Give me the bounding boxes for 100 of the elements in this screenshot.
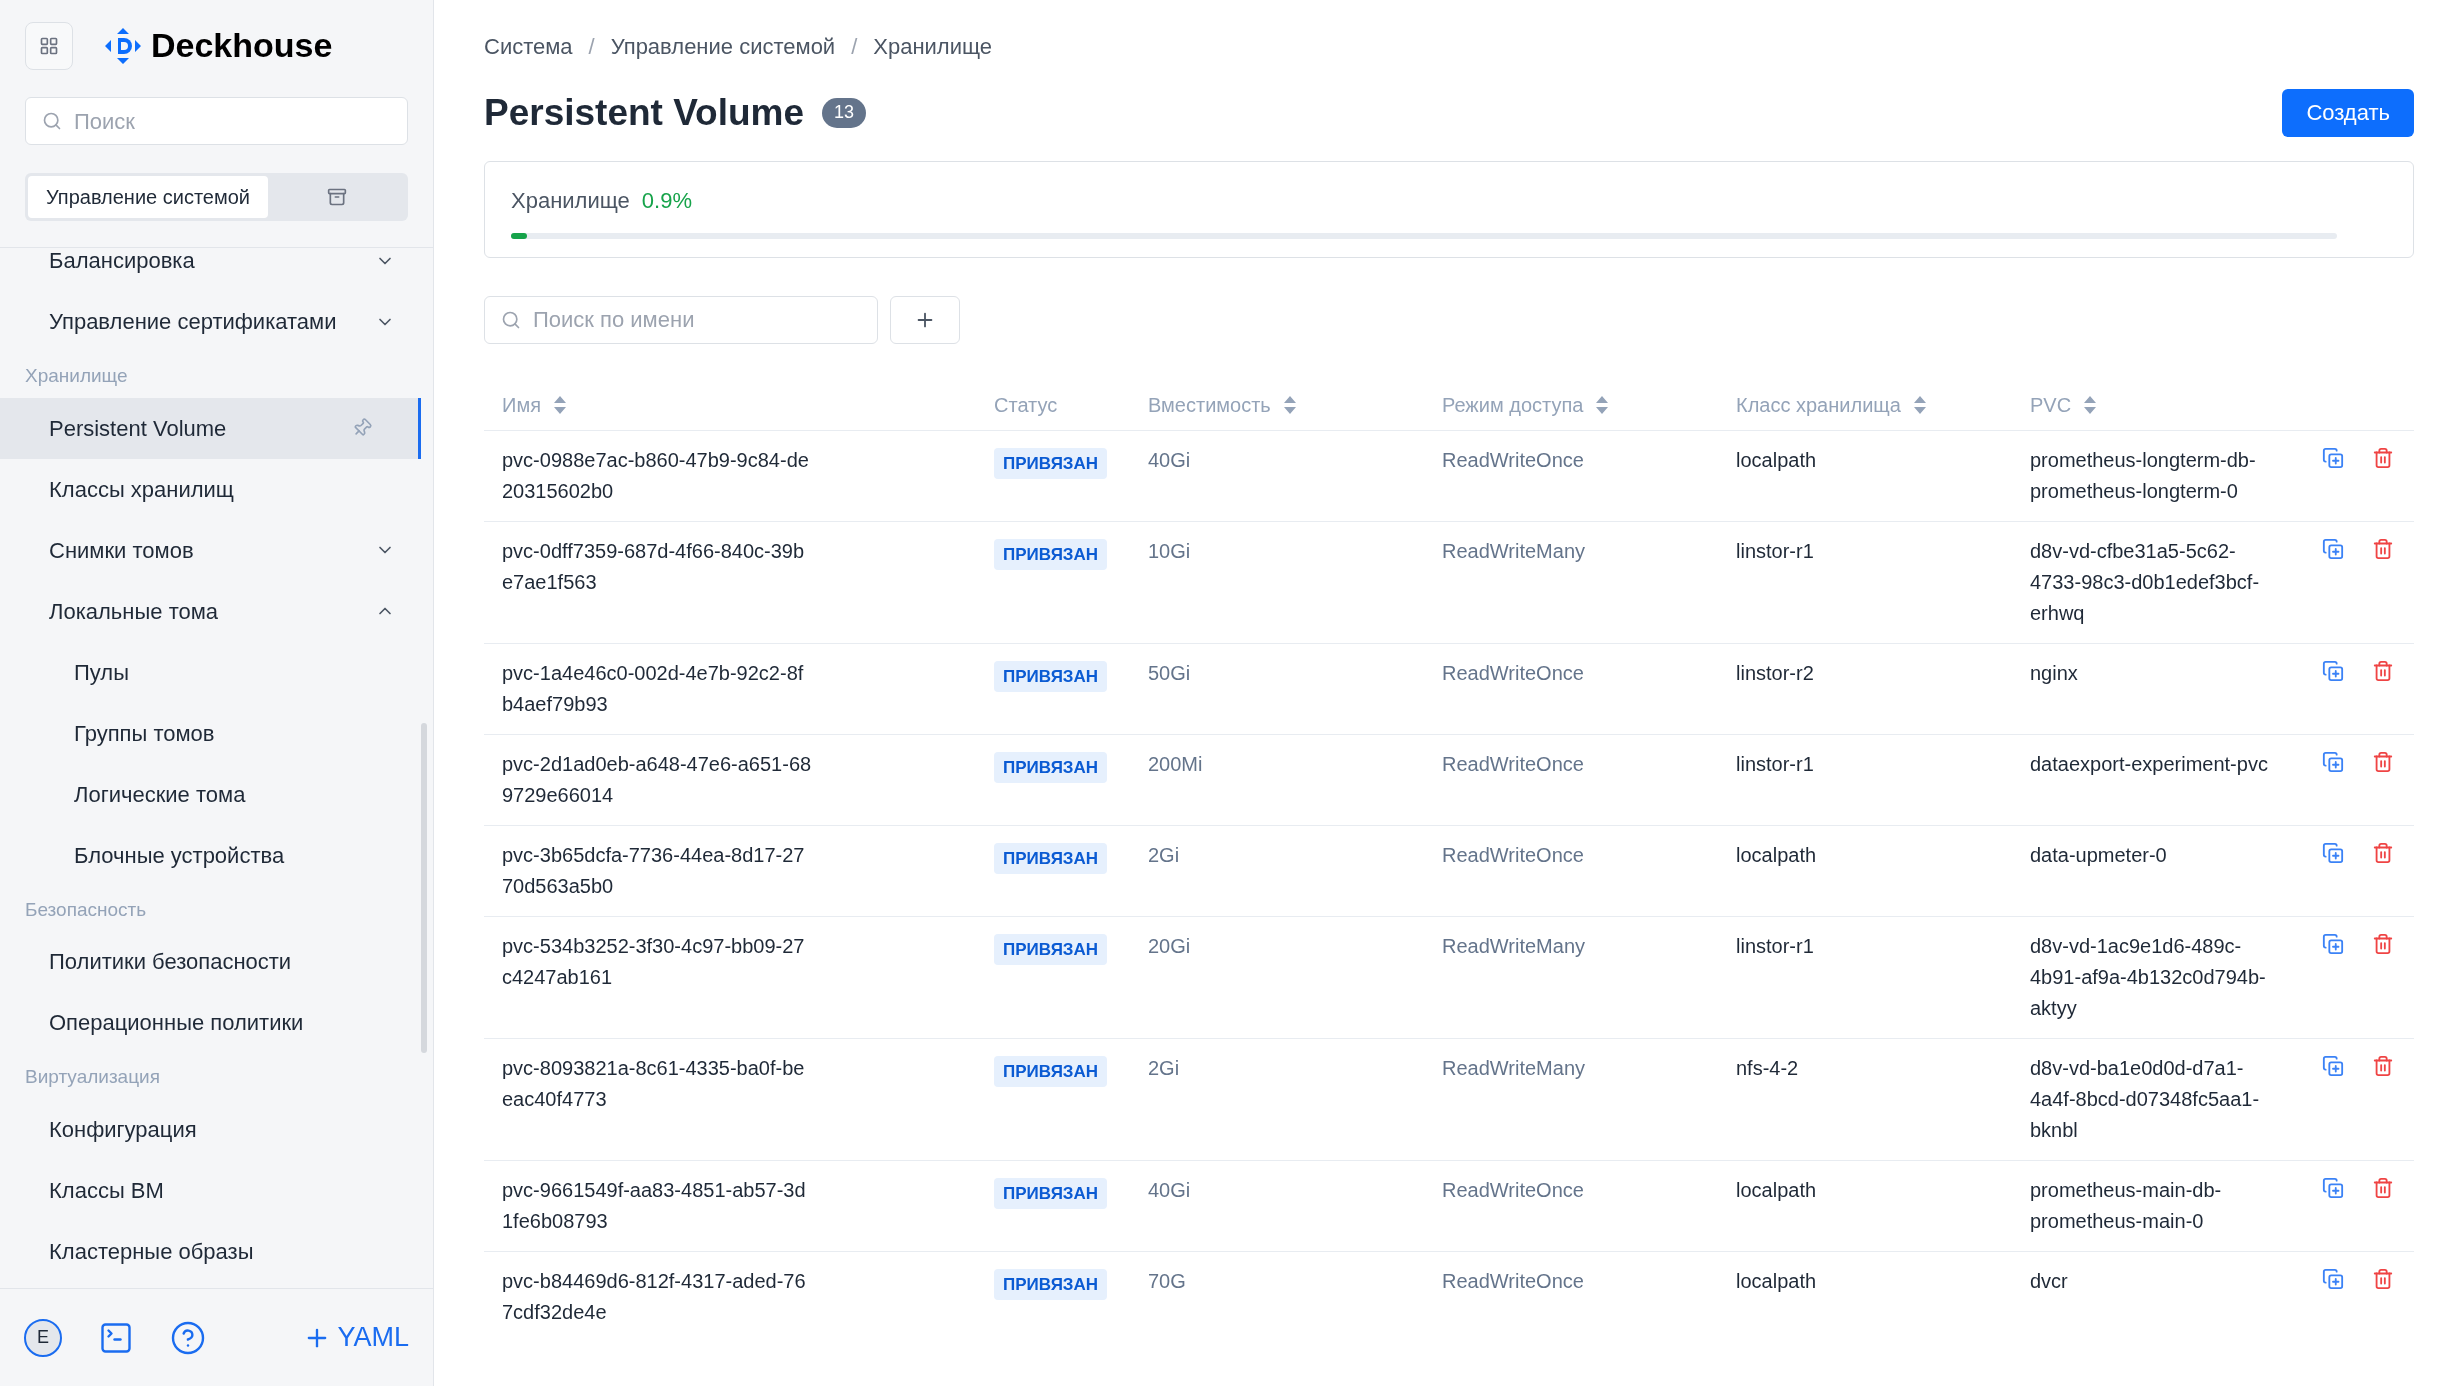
table-cell-text: 50Gi	[1148, 660, 1192, 686]
table-cell-text: pvc-3b65dcfa-7736-44ea-8d17-2770d563a5b0	[502, 842, 806, 899]
breadcrumb-separator: /	[588, 33, 595, 61]
delete-icon[interactable]	[2372, 1267, 2394, 1290]
storage-percent: 0.9%	[641, 186, 692, 215]
search-field[interactable]: Поиск	[25, 97, 408, 145]
table-cell-text: 20Gi	[1148, 933, 1192, 959]
search-icon	[501, 309, 521, 330]
delete-icon[interactable]	[2372, 446, 2394, 469]
search-icon	[42, 111, 62, 131]
sidebar-item[interactable]: Локальные тома	[0, 580, 421, 642]
sidebar-item[interactable]: Persistent Volume	[0, 397, 421, 459]
segment-tab[interactable]: Управление системой	[28, 176, 268, 218]
delete-icon[interactable]	[2372, 1054, 2394, 1077]
copy-icon[interactable]	[2322, 1267, 2344, 1290]
status-badge: ПРИВЯЗАН	[994, 842, 1108, 874]
copy-icon[interactable]	[2322, 446, 2344, 469]
table-cell-text: pvc-0988e7ac-b860-47b9-9c84-de20315602b0	[502, 447, 810, 504]
table-cell-text: 2Gi	[1148, 842, 1181, 868]
status-badge: ПРИВЯЗАН	[994, 1177, 1108, 1209]
copy-icon[interactable]	[2322, 537, 2344, 560]
table-cell-text: d8v-vd-cfbe31a5-5c62-4733-98c3-d0b1edef3bcf-erhwq	[2030, 538, 2261, 626]
search-input[interactable]: Поиск	[74, 104, 391, 138]
table-cell-text: 40Gi	[1148, 447, 1192, 473]
delete-icon[interactable]	[2372, 1176, 2394, 1199]
sidebar-item[interactable]: Блочные устройства	[0, 824, 421, 886]
delete-icon[interactable]	[2372, 932, 2394, 955]
sidebar-item[interactable]: Группы томов	[0, 702, 421, 764]
name-search-field[interactable]: Поиск по имени	[484, 295, 878, 344]
sidebar-item[interactable]: Классы ВМ	[0, 1159, 421, 1221]
sidebar-item[interactable]: Политики безопасности	[0, 931, 421, 992]
table-cell-text: pvc-0dff7359-687d-4f66-840c-39be7ae1f563	[502, 538, 806, 595]
copy-icon[interactable]	[2322, 1054, 2344, 1077]
sidebar-item[interactable]: Конфигурация	[0, 1098, 421, 1160]
table-cell-text: linstor-r1	[1736, 538, 1815, 564]
table-cell-text: linstor-r1	[1736, 751, 1815, 777]
table-cell-text: 10Gi	[1148, 538, 1192, 564]
status-badge: ПРИВЯЗАН	[994, 1268, 1108, 1300]
table-cell-text: pvc-1a4e46c0-002d-4e7b-92c2-8fb4aef79b93	[502, 660, 805, 717]
grid-icon	[39, 35, 59, 56]
table-cell-text: linstor-r1	[1736, 933, 1815, 959]
count-badge: 13	[822, 97, 867, 128]
table-cell-text: prometheus-main-db-prometheus-main-0	[2030, 1177, 2223, 1234]
create-button[interactable]: Создать	[2282, 88, 2414, 137]
sidebar-item[interactable]: Пулы	[0, 641, 421, 703]
archive-icon	[326, 187, 347, 207]
table-cell-text: dvcr	[2030, 1268, 2069, 1294]
delete-icon[interactable]	[2372, 537, 2394, 560]
status-badge: ПРИВЯЗАН	[994, 538, 1108, 570]
user-avatar[interactable]: E	[24, 1318, 62, 1357]
table-cell-text: nginx	[2030, 660, 2079, 686]
table-cell-text: ReadWriteOnce	[1442, 842, 1585, 868]
table-cell-text: ReadWriteOnce	[1442, 751, 1585, 777]
section-header: Виртуализация	[24, 1065, 161, 1089]
table-cell-text: ReadWriteOnce	[1442, 1268, 1585, 1294]
copy-icon[interactable]	[2322, 659, 2344, 682]
table-cell-text: prometheus-longterm-db-prometheus-longterm-0	[2030, 447, 2257, 504]
delete-icon[interactable]	[2372, 659, 2394, 682]
table-cell-text: 200Mi	[1148, 751, 1204, 777]
delete-icon[interactable]	[2372, 750, 2394, 773]
table-cell-text: data-upmeter-0	[2030, 842, 2168, 868]
app-grid-button[interactable]	[25, 21, 73, 70]
status-badge: ПРИВЯЗАН	[994, 447, 1108, 479]
table-cell-text: pvc-2d1ad0eb-a648-47e6-a651-689729e66014	[502, 751, 813, 808]
sidebar-item[interactable]: Логические тома	[0, 763, 421, 825]
copy-icon[interactable]	[2322, 841, 2344, 864]
sidebar-item[interactable]: Управление сертификатами	[0, 291, 421, 352]
table-cell-text: linstor-r2	[1736, 660, 1815, 686]
table-cell-text: d8v-vd-ba1e0d0d-d7a1-4a4f-8bcd-d07348fc5aa1-bknbl	[2030, 1055, 2261, 1143]
breadcrumb-link[interactable]: Система	[484, 30, 573, 63]
sidebar-item[interactable]: Балансировка	[0, 248, 421, 291]
brand-name: Deckhouse	[151, 25, 333, 66]
scrollbar[interactable]	[421, 723, 427, 1053]
sidebar-item[interactable]: Классы хранилищ	[0, 458, 421, 520]
table-cell-text: localpath	[1736, 1268, 1818, 1294]
help-icon[interactable]	[170, 1319, 206, 1356]
table-cell-text: ReadWriteMany	[1442, 1055, 1587, 1081]
table-cell-text: 70G	[1148, 1268, 1187, 1294]
breadcrumb-separator: /	[851, 33, 858, 61]
table-cell-text: ReadWriteOnce	[1442, 447, 1585, 473]
name-search-input[interactable]: Поиск по имени	[533, 303, 861, 336]
table-cell-text: ReadWriteOnce	[1442, 660, 1585, 686]
copy-icon[interactable]	[2322, 932, 2344, 955]
breadcrumb-link[interactable]: Управление системой	[610, 30, 836, 63]
sidebar-item[interactable]: Кластерные образы	[0, 1220, 421, 1282]
yaml-button[interactable]: YAML	[303, 1317, 409, 1358]
table-cell-text: pvc-9661549f-aa83-4851-ab57-3d1fe6b08793	[502, 1177, 807, 1234]
delete-icon[interactable]	[2372, 841, 2394, 864]
logo-icon	[103, 25, 143, 66]
table-cell-text: ReadWriteMany	[1442, 538, 1587, 564]
sidebar-item[interactable]: Снимки томов	[0, 519, 421, 581]
table-cell-text: pvc-8093821a-8c61-4335-ba0f-beeac40f4773	[502, 1055, 806, 1112]
copy-icon[interactable]	[2322, 750, 2344, 773]
copy-icon[interactable]	[2322, 1176, 2344, 1199]
sidebar-item[interactable]: Операционные политики	[0, 992, 421, 1053]
breadcrumb-link[interactable]: Хранилище	[873, 30, 993, 63]
table-cell-text: ReadWriteMany	[1442, 933, 1587, 959]
table-cell-text: nfs-4-2	[1736, 1055, 1800, 1081]
table-cell-text: ReadWriteOnce	[1442, 1177, 1585, 1203]
page-title: Persistent Volume	[484, 91, 805, 135]
